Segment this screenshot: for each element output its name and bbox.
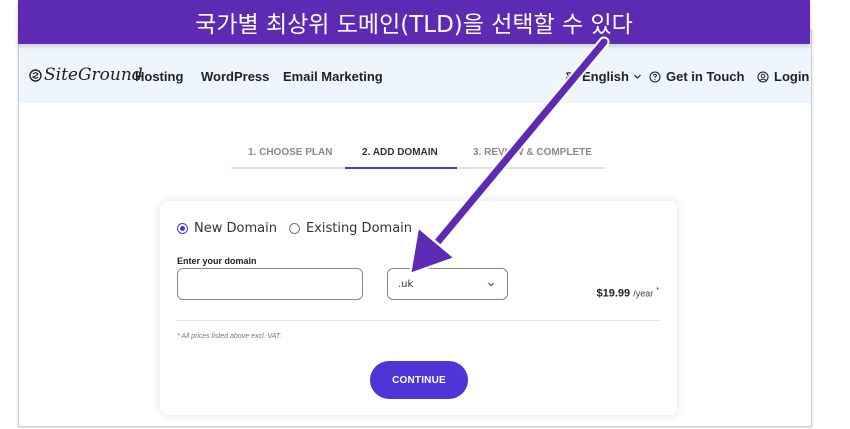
annotation-banner: 국가별 최상위 도메인(TLD)을 선택할 수 있다: [18, 0, 810, 44]
existing-domain-label[interactable]: Existing Domain: [306, 221, 412, 236]
new-domain-radio[interactable]: [177, 223, 188, 234]
get-in-touch-link[interactable]: Get in Touch: [649, 69, 744, 84]
tld-selected-value: .uk: [398, 278, 414, 290]
user-icon: [757, 70, 769, 83]
translate-icon: [565, 71, 577, 83]
existing-domain-radio[interactable]: [288, 223, 300, 234]
vat-note: * All prices listed above excl. VAT.: [177, 333, 282, 340]
top-navigation: SiteGround Hosting WordPress Email Marke…: [19, 45, 811, 103]
tld-select[interactable]: .uk: [387, 268, 508, 300]
domain-field-label: Enter your domain: [177, 256, 257, 266]
banner-text: 국가별 최상위 도메인(TLD)을 선택할 수 있다: [195, 12, 633, 38]
step-add-domain[interactable]: 2. ADD DOMAIN: [362, 147, 438, 158]
domain-type-options: New Domain Existing Domain: [177, 221, 424, 236]
price-amount: $19.99: [596, 287, 631, 300]
domain-card: New Domain Existing Domain Enter your do…: [160, 201, 677, 415]
checkout-steps: 1. CHOOSE PLAN 2. ADD DOMAIN 3. REVIEW &…: [231, 147, 605, 169]
logo-text: SiteGround: [44, 65, 143, 85]
divider: [177, 320, 660, 321]
price-footnote-mark: *: [656, 287, 659, 294]
continue-button[interactable]: CONTINUE: [370, 361, 468, 399]
nav-link-wordpress[interactable]: WordPress: [201, 69, 269, 84]
logo-icon: [29, 68, 42, 82]
domain-price: $19.99 /year *: [596, 287, 659, 300]
step-choose-plan[interactable]: 1. CHOOSE PLAN: [248, 147, 332, 158]
domain-input[interactable]: [177, 268, 363, 300]
language-label: English: [582, 69, 629, 84]
browser-frame: SiteGround Hosting WordPress Email Marke…: [18, 30, 812, 427]
language-selector[interactable]: English: [565, 69, 642, 84]
chevron-down-icon: [633, 72, 642, 81]
login-label: Login: [774, 69, 810, 84]
new-domain-label[interactable]: New Domain: [194, 221, 277, 236]
nav-link-email-marketing[interactable]: Email Marketing: [283, 69, 383, 84]
login-link[interactable]: Login: [757, 69, 809, 84]
nav-link-hosting[interactable]: Hosting: [135, 69, 183, 84]
get-in-touch-label: Get in Touch: [666, 69, 745, 84]
step-review-complete[interactable]: 3. REVIEW & COMPLETE: [473, 147, 592, 158]
active-step-indicator: [345, 167, 457, 169]
chevron-down-icon: [487, 280, 495, 291]
price-period: /year: [633, 288, 654, 299]
siteground-logo[interactable]: SiteGround: [29, 65, 143, 85]
help-icon: [649, 70, 661, 83]
